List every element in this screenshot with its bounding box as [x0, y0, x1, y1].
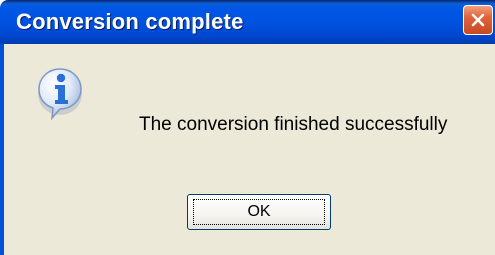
- ok-button-label: OK: [193, 199, 325, 225]
- close-icon: [471, 13, 485, 27]
- close-button[interactable]: [463, 5, 493, 35]
- title-bar[interactable]: Conversion complete: [0, 0, 495, 44]
- window-title: Conversion complete: [16, 9, 244, 34]
- ok-button[interactable]: OK: [187, 194, 331, 230]
- information-icon: [38, 68, 82, 120]
- dialog-message: The conversion finished successfully: [139, 114, 448, 135]
- message-dialog: Conversion complete The conversion finis…: [0, 0, 495, 255]
- dialog-body: The conversion finished successfully OK: [4, 44, 495, 255]
